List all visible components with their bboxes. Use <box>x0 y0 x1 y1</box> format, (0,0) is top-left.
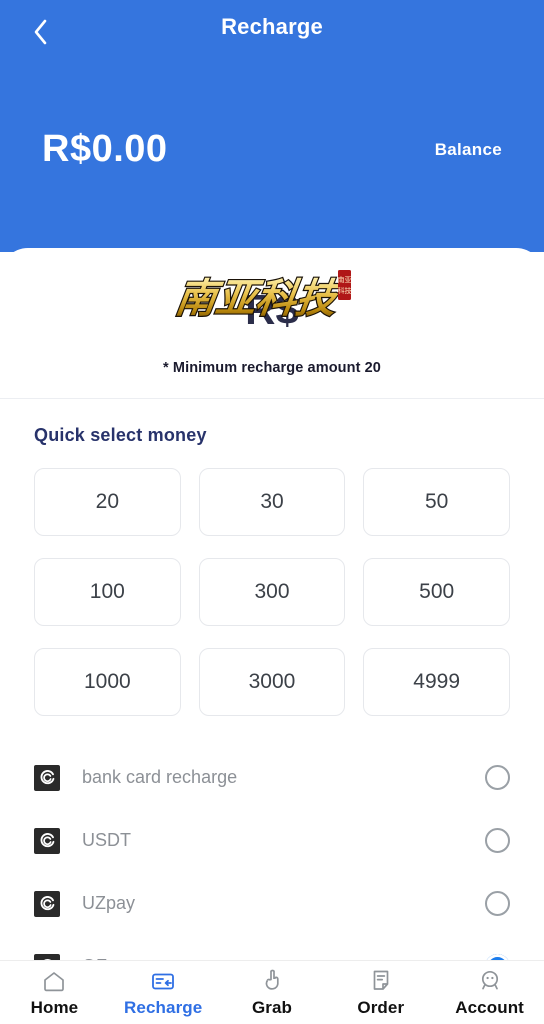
amount-entry-section: * Minimum recharge amount 20 <box>0 248 544 398</box>
payment-method-label: UZpay <box>82 893 136 913</box>
amount-option[interactable]: 1000 <box>34 648 181 716</box>
amount-option[interactable]: 30 <box>198 468 346 536</box>
amount-option[interactable]: 300 <box>198 558 346 626</box>
amount-option[interactable]: 50 <box>363 468 510 536</box>
page-title: Recharge <box>221 14 323 39</box>
nav-item-grab[interactable]: Grab <box>218 968 327 1018</box>
payment-method-radio[interactable] <box>485 828 510 853</box>
nav-label: Recharge <box>124 997 203 1017</box>
nav-label: Order <box>357 997 405 1017</box>
broken-image-icon <box>34 827 60 854</box>
payment-method-row[interactable]: UZpay <box>34 872 510 935</box>
minimum-amount-note: * Minimum recharge amount 20 <box>163 360 381 376</box>
payment-method-radio[interactable] <box>485 765 510 790</box>
balance-label: Balance <box>434 139 502 159</box>
amount-input[interactable] <box>0 286 544 334</box>
nav-item-account[interactable]: Account <box>435 968 544 1018</box>
nav-item-recharge[interactable]: Recharge <box>109 968 218 1018</box>
amount-option[interactable]: 4999 <box>363 648 510 716</box>
card-arrow-icon <box>149 968 177 994</box>
nav-label: Grab <box>251 997 293 1017</box>
tap-hand-icon <box>260 968 284 994</box>
broken-image-icon <box>34 890 60 917</box>
home-icon <box>41 968 67 994</box>
payment-method-list: bank card recharge USDT UZpay <box>0 720 544 960</box>
payment-method-radio[interactable] <box>485 891 510 916</box>
nav-bar: Recharge <box>0 0 544 62</box>
amount-option[interactable]: 100 <box>34 558 181 626</box>
broken-image-icon <box>34 764 60 791</box>
quick-select-grid: 20 30 50 100 300 500 1000 3000 4999 <box>34 468 510 716</box>
payment-method-row[interactable]: bank card recharge <box>34 746 510 809</box>
quick-select-grid-wrap: 20 30 50 100 300 500 1000 3000 4999 <box>0 446 544 720</box>
payment-method-label: USDT <box>82 830 131 850</box>
quick-select-title: Quick select money <box>34 425 207 445</box>
payment-method-row[interactable]: QFpay <box>34 935 510 960</box>
balance-row: R$0.00 Balance <box>0 128 544 171</box>
nav-label: Home <box>30 997 79 1017</box>
balance-amount: R$0.00 <box>42 128 168 170</box>
nav-item-home[interactable]: Home <box>0 968 109 1018</box>
nav-item-order[interactable]: Order <box>326 968 435 1018</box>
recharge-screen: Recharge R$0.00 Balance * Minimum rechar… <box>0 0 544 1024</box>
amount-option[interactable]: 3000 <box>198 648 346 716</box>
person-head-icon <box>477 968 503 994</box>
payment-method-label: bank card recharge <box>82 767 238 787</box>
page-header: Recharge R$0.00 Balance <box>0 0 544 252</box>
nav-label: Account <box>455 997 524 1017</box>
recharge-card: * Minimum recharge amount 20 Quick selec… <box>0 248 544 960</box>
document-icon <box>369 968 393 994</box>
payment-method-row[interactable]: USDT <box>34 809 510 872</box>
bottom-navigation: Home Recharge Grab Order Account <box>0 960 544 1024</box>
amount-option[interactable]: 500 <box>363 558 510 626</box>
amount-option[interactable]: 20 <box>34 468 181 536</box>
